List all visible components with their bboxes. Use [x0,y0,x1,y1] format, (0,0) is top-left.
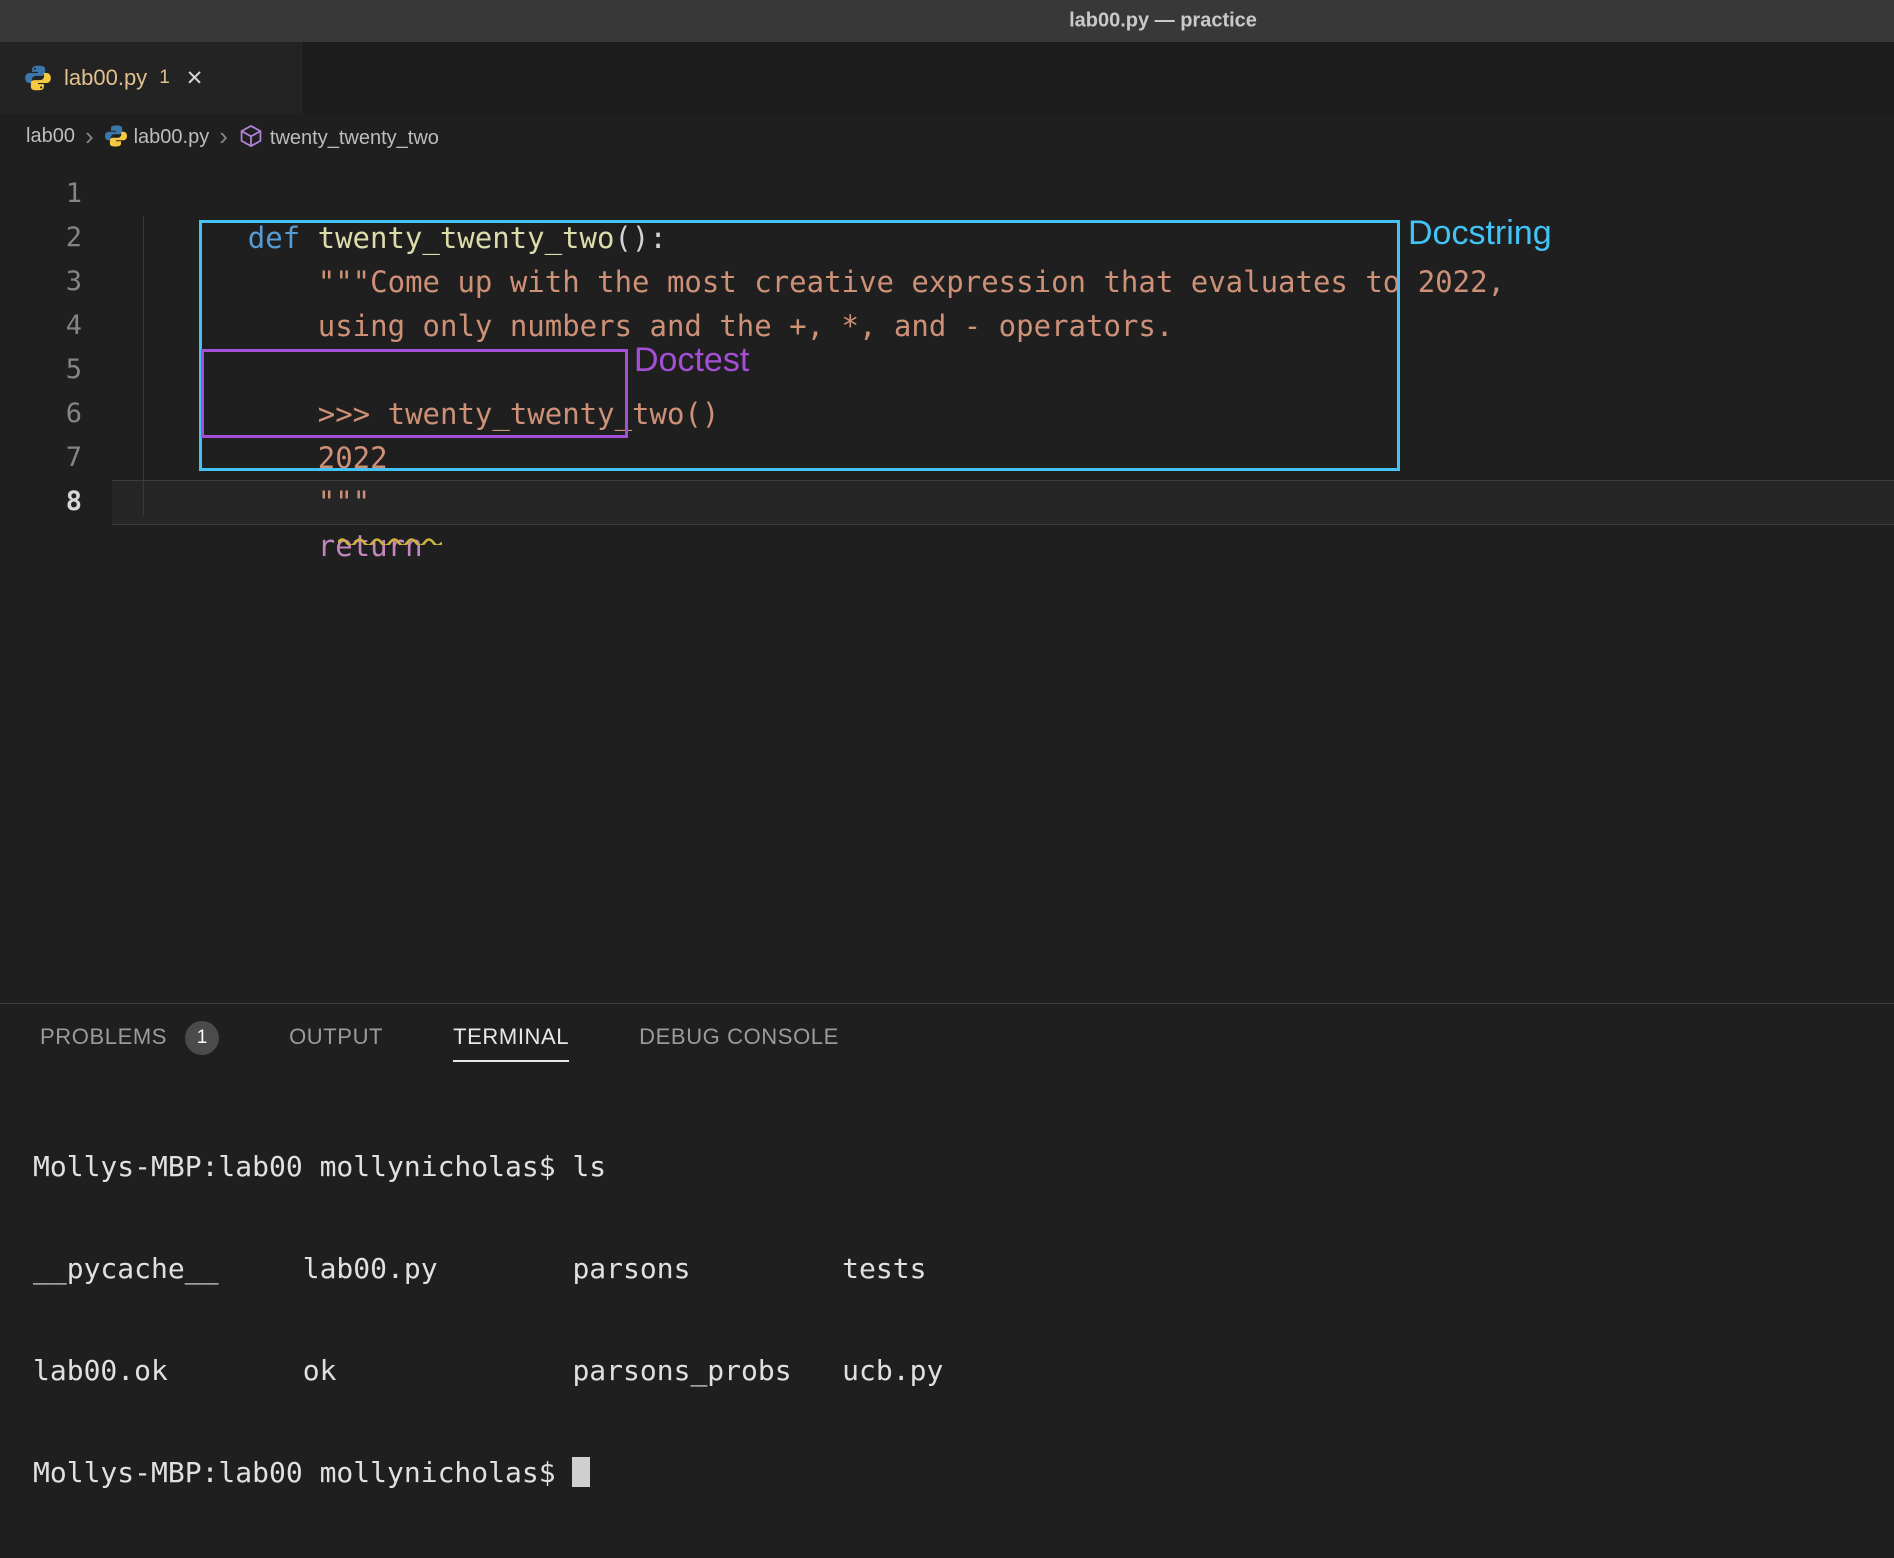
panel-tab-debug-console[interactable]: DEBUG CONSOLE [639,1024,839,1062]
warning-squiggle-icon [338,513,442,557]
code-line[interactable]: 1def twenty_twenty_two(): [0,172,1894,216]
panel-tab-output[interactable]: OUTPUT [289,1024,383,1062]
line-number: 3 [0,260,82,304]
problems-count-badge: 1 [185,1021,219,1055]
code-line[interactable]: 62022 [0,392,1894,436]
editor-tabbar: lab00.py 1 ✕ [0,42,1894,114]
code-line[interactable]: 7""" [0,436,1894,480]
panel-tab-problems[interactable]: PROBLEMS 1 [40,1024,219,1062]
terminal-line: Mollys-MBP:lab00 mollynicholas$ [33,1456,1894,1490]
breadcrumb-separator-icon: › [85,123,94,149]
breadcrumb-file-label: lab00.py [134,126,210,148]
python-icon [24,64,52,92]
line-number: 4 [0,304,82,348]
tab-close-icon[interactable]: ✕ [186,66,204,91]
breadcrumb-symbol[interactable]: twenty_twenty_two [238,123,439,150]
window-titlebar: lab00.py — practice [0,0,1894,42]
code-line[interactable]: 3using only numbers and the +, *, and - … [0,260,1894,304]
code-content[interactable]: 1def twenty_twenty_two(): 2"""Come up wi… [0,172,1894,524]
tab-modified-badge: 1 [159,67,170,89]
panel-tab-label: PROBLEMS [40,1024,167,1062]
code-line[interactable]: 4 [0,304,1894,348]
panel-tab-label: DEBUG CONSOLE [639,1024,839,1062]
code-line[interactable]: 2"""Come up with the most creative expre… [0,216,1894,260]
code-line-current[interactable]: 8return [0,480,1894,524]
tab-filename: lab00.py [64,65,147,91]
line-number: 6 [0,392,82,436]
breadcrumb-separator-icon: › [219,123,228,149]
terminal-line: Mollys-MBP:lab00 mollynicholas$ ls [33,1150,1894,1184]
breadcrumb: lab00 › lab00.py › twenty_twenty_two [0,114,1894,158]
bottom-panel: PROBLEMS 1 OUTPUT TERMINAL DEBUG CONSOLE… [0,1003,1894,1304]
line-number: 5 [0,348,82,392]
panel-tabbar: PROBLEMS 1 OUTPUT TERMINAL DEBUG CONSOLE [0,1004,1894,1070]
terminal-output[interactable]: Mollys-MBP:lab00 mollynicholas$ ls __pyc… [0,1082,1894,1558]
line-number: 2 [0,216,82,260]
code-line[interactable]: 5>>> twenty_twenty_two() [0,348,1894,392]
python-icon [104,124,128,148]
breadcrumb-symbol-label: twenty_twenty_two [270,127,439,149]
breadcrumb-folder[interactable]: lab00 [26,125,75,148]
tab-lab00-py[interactable]: lab00.py 1 ✕ [0,42,302,114]
breadcrumb-file[interactable]: lab00.py [104,124,210,149]
code-editor[interactable]: 1def twenty_twenty_two(): 2"""Come up wi… [0,158,1894,1003]
window-title: lab00.py — practice [1069,10,1257,33]
line-number: 7 [0,436,82,480]
panel-tab-label: OUTPUT [289,1024,383,1062]
terminal-line: lab00.ok ok parsons_probs ucb.py [33,1354,1894,1388]
panel-tab-terminal[interactable]: TERMINAL [453,1024,569,1062]
symbol-cube-icon [238,123,264,149]
terminal-cursor [572,1457,590,1487]
panel-tab-label: TERMINAL [453,1024,569,1062]
terminal-line: __pycache__ lab00.py parsons tests [33,1252,1894,1286]
line-number: 1 [0,172,82,216]
line-number: 8 [0,480,82,524]
